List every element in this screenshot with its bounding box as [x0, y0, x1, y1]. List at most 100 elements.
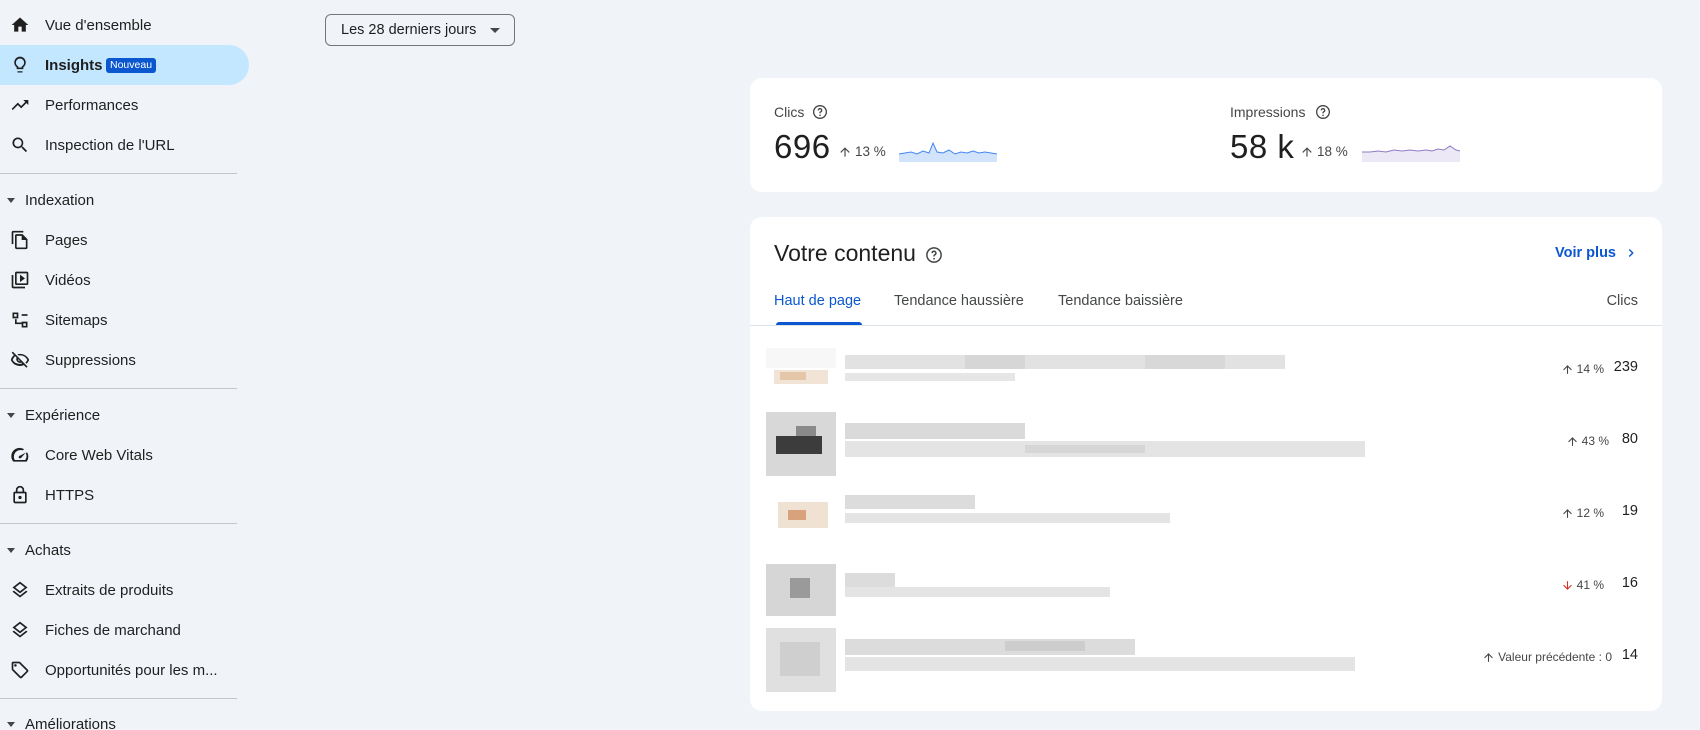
row-delta: Valeur précédente : 0: [1482, 650, 1612, 664]
sidebar-item-https[interactable]: HTTPS: [0, 475, 249, 515]
caret-down-icon: [490, 28, 500, 33]
lock-icon: [10, 485, 30, 505]
help-icon[interactable]: [812, 104, 828, 120]
content-row[interactable]: 12 % 19: [750, 479, 1662, 551]
section-enhancements[interactable]: Améliorations: [0, 710, 237, 730]
sidebar-item-overview[interactable]: Vue d'ensemble: [0, 5, 249, 45]
section-experience[interactable]: Expérience: [0, 401, 237, 429]
metric-label: Impressions: [1230, 104, 1306, 120]
caret-down-icon: [7, 547, 15, 553]
section-title: Achats: [25, 541, 71, 559]
home-icon: [10, 15, 30, 35]
row-delta-value: 12 %: [1576, 506, 1604, 520]
metric-delta-value: 18 %: [1317, 144, 1348, 159]
clicks-sparkline: [899, 141, 997, 162]
arrow-up-icon: [1562, 364, 1572, 374]
row-delta-value: 43 %: [1581, 434, 1609, 448]
tabs-divider: [750, 325, 1662, 326]
metric-delta-value: 13 %: [855, 144, 886, 159]
your-content-card: Votre contenu Voir plus Haut de page Ten…: [750, 217, 1662, 711]
impressions-metric[interactable]: Impressions 58 k 18 %: [1230, 78, 1640, 192]
row-delta-value: 41 %: [1576, 578, 1604, 592]
metric-delta: 18 %: [1300, 144, 1348, 159]
sidebar-item-core-web-vitals[interactable]: Core Web Vitals: [0, 435, 249, 475]
page-thumbnail: [766, 484, 836, 548]
sidebar-item-sitemaps[interactable]: Sitemaps: [0, 300, 249, 340]
see-more-link[interactable]: Voir plus: [1555, 245, 1638, 261]
sidebar: Vue d'ensemble Insights Nouveau Performa…: [0, 0, 250, 730]
content-row[interactable]: 41 % 16: [750, 551, 1662, 623]
sidebar-item-label: Suppressions: [45, 351, 136, 369]
date-range-dropdown[interactable]: Les 28 derniers jours: [325, 14, 515, 46]
row-clicks: 19: [1621, 503, 1638, 519]
metric-label: Clics: [774, 104, 805, 120]
row-delta: 12 %: [1561, 506, 1604, 520]
arrow-up-icon: [1562, 508, 1572, 518]
row-delta-value: 14 %: [1576, 362, 1604, 376]
row-delta-value: Valeur précédente : 0: [1498, 650, 1612, 664]
sidebar-item-label: Insights: [45, 56, 103, 74]
row-clicks: 16: [1621, 575, 1638, 591]
sidebar-item-label: HTTPS: [45, 486, 95, 504]
section-shopping[interactable]: Achats: [0, 536, 237, 564]
tab-top-pages[interactable]: Haut de page: [774, 293, 861, 309]
sidebar-item-insights[interactable]: Insights Nouveau: [0, 45, 249, 85]
sidebar-item-product-snippets[interactable]: Extraits de produits: [0, 570, 249, 610]
row-delta: 43 %: [1566, 434, 1609, 448]
section-indexation[interactable]: Indexation: [0, 186, 237, 214]
sidebar-item-label: Inspection de l'URL: [45, 136, 175, 154]
eye-off-icon: [10, 350, 30, 370]
clicks-metric[interactable]: Clics 696 13 %: [774, 78, 1204, 192]
gauge-icon: [10, 445, 30, 465]
content-row[interactable]: 43 % 80: [750, 407, 1662, 479]
sidebar-item-removals[interactable]: Suppressions: [0, 340, 249, 380]
row-clicks: 14: [1621, 647, 1638, 663]
metric-value: 58 k: [1230, 128, 1295, 165]
caret-down-icon: [7, 412, 15, 418]
sidebar-item-performance[interactable]: Performances: [0, 85, 249, 125]
search-icon: [10, 135, 30, 155]
tag-icon: [10, 660, 30, 680]
page-thumbnail: [766, 412, 836, 476]
tab-trending-up[interactable]: Tendance haussière: [894, 293, 1024, 309]
sidebar-item-label: Pages: [45, 231, 88, 249]
page-title-redacted: [845, 413, 1365, 473]
help-icon[interactable]: [1315, 104, 1331, 120]
sidebar-item-label: Core Web Vitals: [45, 446, 153, 464]
help-icon[interactable]: [925, 246, 943, 264]
chevron-right-icon: [1628, 249, 1634, 257]
sidebar-item-label: Fiches de marchand: [45, 621, 181, 639]
sidebar-item-label: Sitemaps: [45, 311, 108, 329]
sitemap-icon: [10, 310, 30, 330]
clicks-column-header: Clics: [1606, 293, 1638, 309]
metric-value: 696: [774, 128, 831, 165]
section-title: Indexation: [25, 191, 95, 209]
sidebar-item-merchant-opportunities[interactable]: Opportunités pour les m...: [0, 650, 249, 690]
sidebar-item-merchant-listings[interactable]: Fiches de marchand: [0, 610, 249, 650]
row-clicks: 80: [1621, 431, 1638, 447]
content-row[interactable]: Valeur précédente : 0 14: [750, 623, 1662, 695]
pages-icon: [10, 230, 30, 250]
page-title-redacted: [845, 629, 1355, 689]
sidebar-divider: [0, 388, 237, 389]
page-thumbnail: [766, 628, 836, 692]
sidebar-item-label: Vue d'ensemble: [45, 16, 152, 34]
content-row[interactable]: 14 % 239: [750, 335, 1662, 407]
sidebar-divider: [0, 698, 237, 699]
section-title: Améliorations: [25, 715, 116, 730]
caret-down-icon: [7, 721, 15, 727]
arrow-up-icon: [1302, 146, 1312, 157]
trending-up-icon: [10, 95, 30, 115]
sidebar-divider: [0, 523, 237, 524]
sidebar-item-videos[interactable]: Vidéos: [0, 260, 249, 300]
date-range-label: Les 28 derniers jours: [341, 22, 477, 38]
sidebar-item-pages[interactable]: Pages: [0, 220, 249, 260]
sidebar-item-url-inspection[interactable]: Inspection de l'URL: [0, 125, 249, 165]
arrow-up-icon: [1484, 652, 1493, 662]
sidebar-item-label: Opportunités pour les m...: [45, 661, 218, 679]
arrow-up-icon: [840, 146, 850, 157]
sidebar-divider: [0, 173, 237, 174]
see-more-label: Voir plus: [1555, 245, 1616, 261]
tab-trending-down[interactable]: Tendance baissière: [1058, 293, 1183, 309]
caret-down-icon: [7, 197, 15, 203]
